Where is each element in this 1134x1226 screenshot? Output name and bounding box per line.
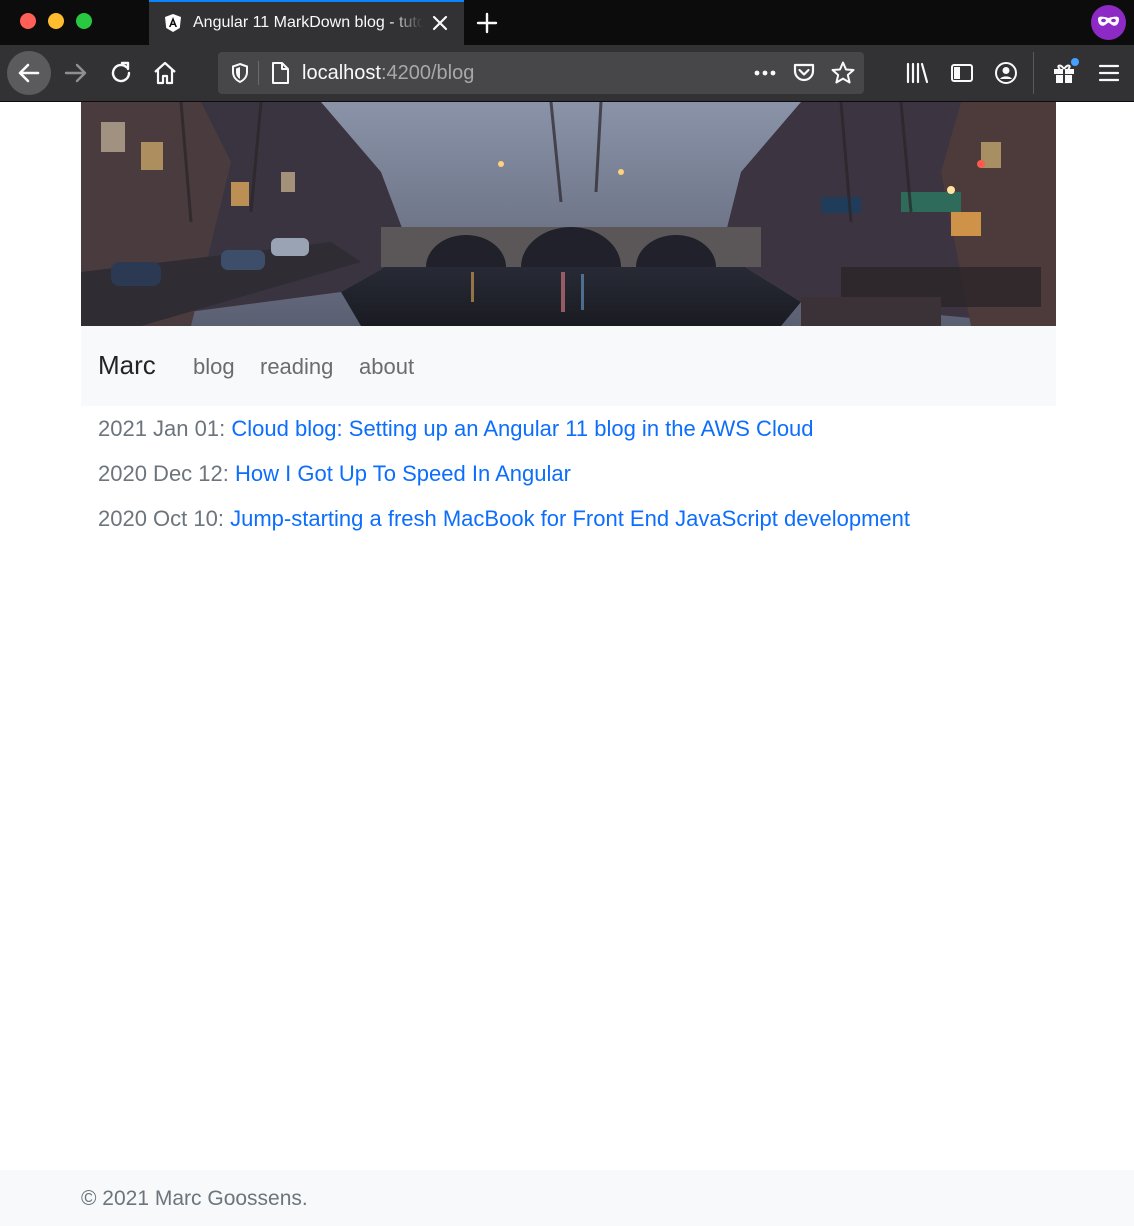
arrow-left-icon [18, 63, 40, 83]
toolbar-separator [1033, 52, 1034, 94]
post-link[interactable]: Cloud blog: Setting up an Angular 11 blo… [231, 416, 813, 441]
hero-image [81, 102, 1056, 326]
url-separator [258, 61, 259, 85]
home-icon[interactable] [151, 59, 179, 87]
post-item: 2021 Jan 01: Cloud blog: Setting up an A… [98, 416, 814, 442]
post-link[interactable]: How I Got Up To Speed In Angular [235, 461, 571, 486]
site-navbar: Marc blog reading about [81, 326, 1056, 406]
sidebar-icon[interactable] [948, 59, 976, 87]
nav-link-reading[interactable]: reading [260, 354, 333, 380]
address-bar[interactable]: localhost:4200/blog [218, 52, 864, 94]
page-info-icon[interactable] [266, 59, 294, 87]
reload-icon[interactable] [107, 59, 135, 87]
page-actions-icon[interactable] [751, 59, 779, 87]
url-path: :4200/blog [380, 62, 475, 84]
post-date: 2021 Jan 01: [98, 416, 226, 441]
new-tab-icon[interactable] [474, 10, 500, 36]
page-viewport: Marc blog reading about 2021 Jan 01: Clo… [0, 102, 1134, 1226]
hamburger-menu-icon[interactable] [1095, 59, 1123, 87]
close-window-button[interactable] [20, 13, 36, 29]
forward-arrow-icon[interactable] [62, 59, 90, 87]
library-icon[interactable] [903, 59, 931, 87]
notification-dot [1071, 58, 1079, 66]
zoom-window-button[interactable] [76, 13, 92, 29]
post-link[interactable]: Jump-starting a fresh MacBook for Front … [230, 506, 910, 531]
footer-copyright: © 2021 Marc Goossens. [81, 1187, 308, 1210]
account-icon[interactable] [992, 59, 1020, 87]
private-browsing-icon [1091, 5, 1126, 40]
bookmark-star-icon[interactable] [829, 59, 857, 87]
tab-title: Angular 11 MarkDown blog - tutorial [193, 14, 423, 31]
tracking-shield-icon[interactable] [226, 59, 254, 87]
post-date: 2020 Dec 12: [98, 461, 229, 486]
post-item: 2020 Oct 10: Jump-starting a fresh MacBo… [98, 506, 910, 532]
url-text[interactable]: localhost:4200/blog [302, 62, 474, 85]
browser-tab-strip: Angular 11 MarkDown blog - tutorial [0, 0, 1134, 45]
brand-link[interactable]: Marc [98, 350, 156, 381]
site-footer: © 2021 Marc Goossens. [0, 1170, 1134, 1226]
nav-link-about[interactable]: about [359, 354, 414, 380]
post-date: 2020 Oct 10: [98, 506, 224, 531]
browser-toolbar: localhost:4200/blog [0, 45, 1134, 102]
angular-favicon-icon [165, 14, 181, 32]
pocket-icon[interactable] [790, 59, 818, 87]
url-host: localhost [302, 62, 381, 84]
close-tab-icon[interactable] [429, 12, 451, 34]
post-item: 2020 Dec 12: How I Got Up To Speed In An… [98, 461, 571, 487]
back-button[interactable] [7, 51, 51, 95]
active-tab[interactable]: Angular 11 MarkDown blog - tutorial [149, 0, 464, 45]
nav-link-blog[interactable]: blog [193, 354, 235, 380]
minimize-window-button[interactable] [48, 13, 64, 29]
